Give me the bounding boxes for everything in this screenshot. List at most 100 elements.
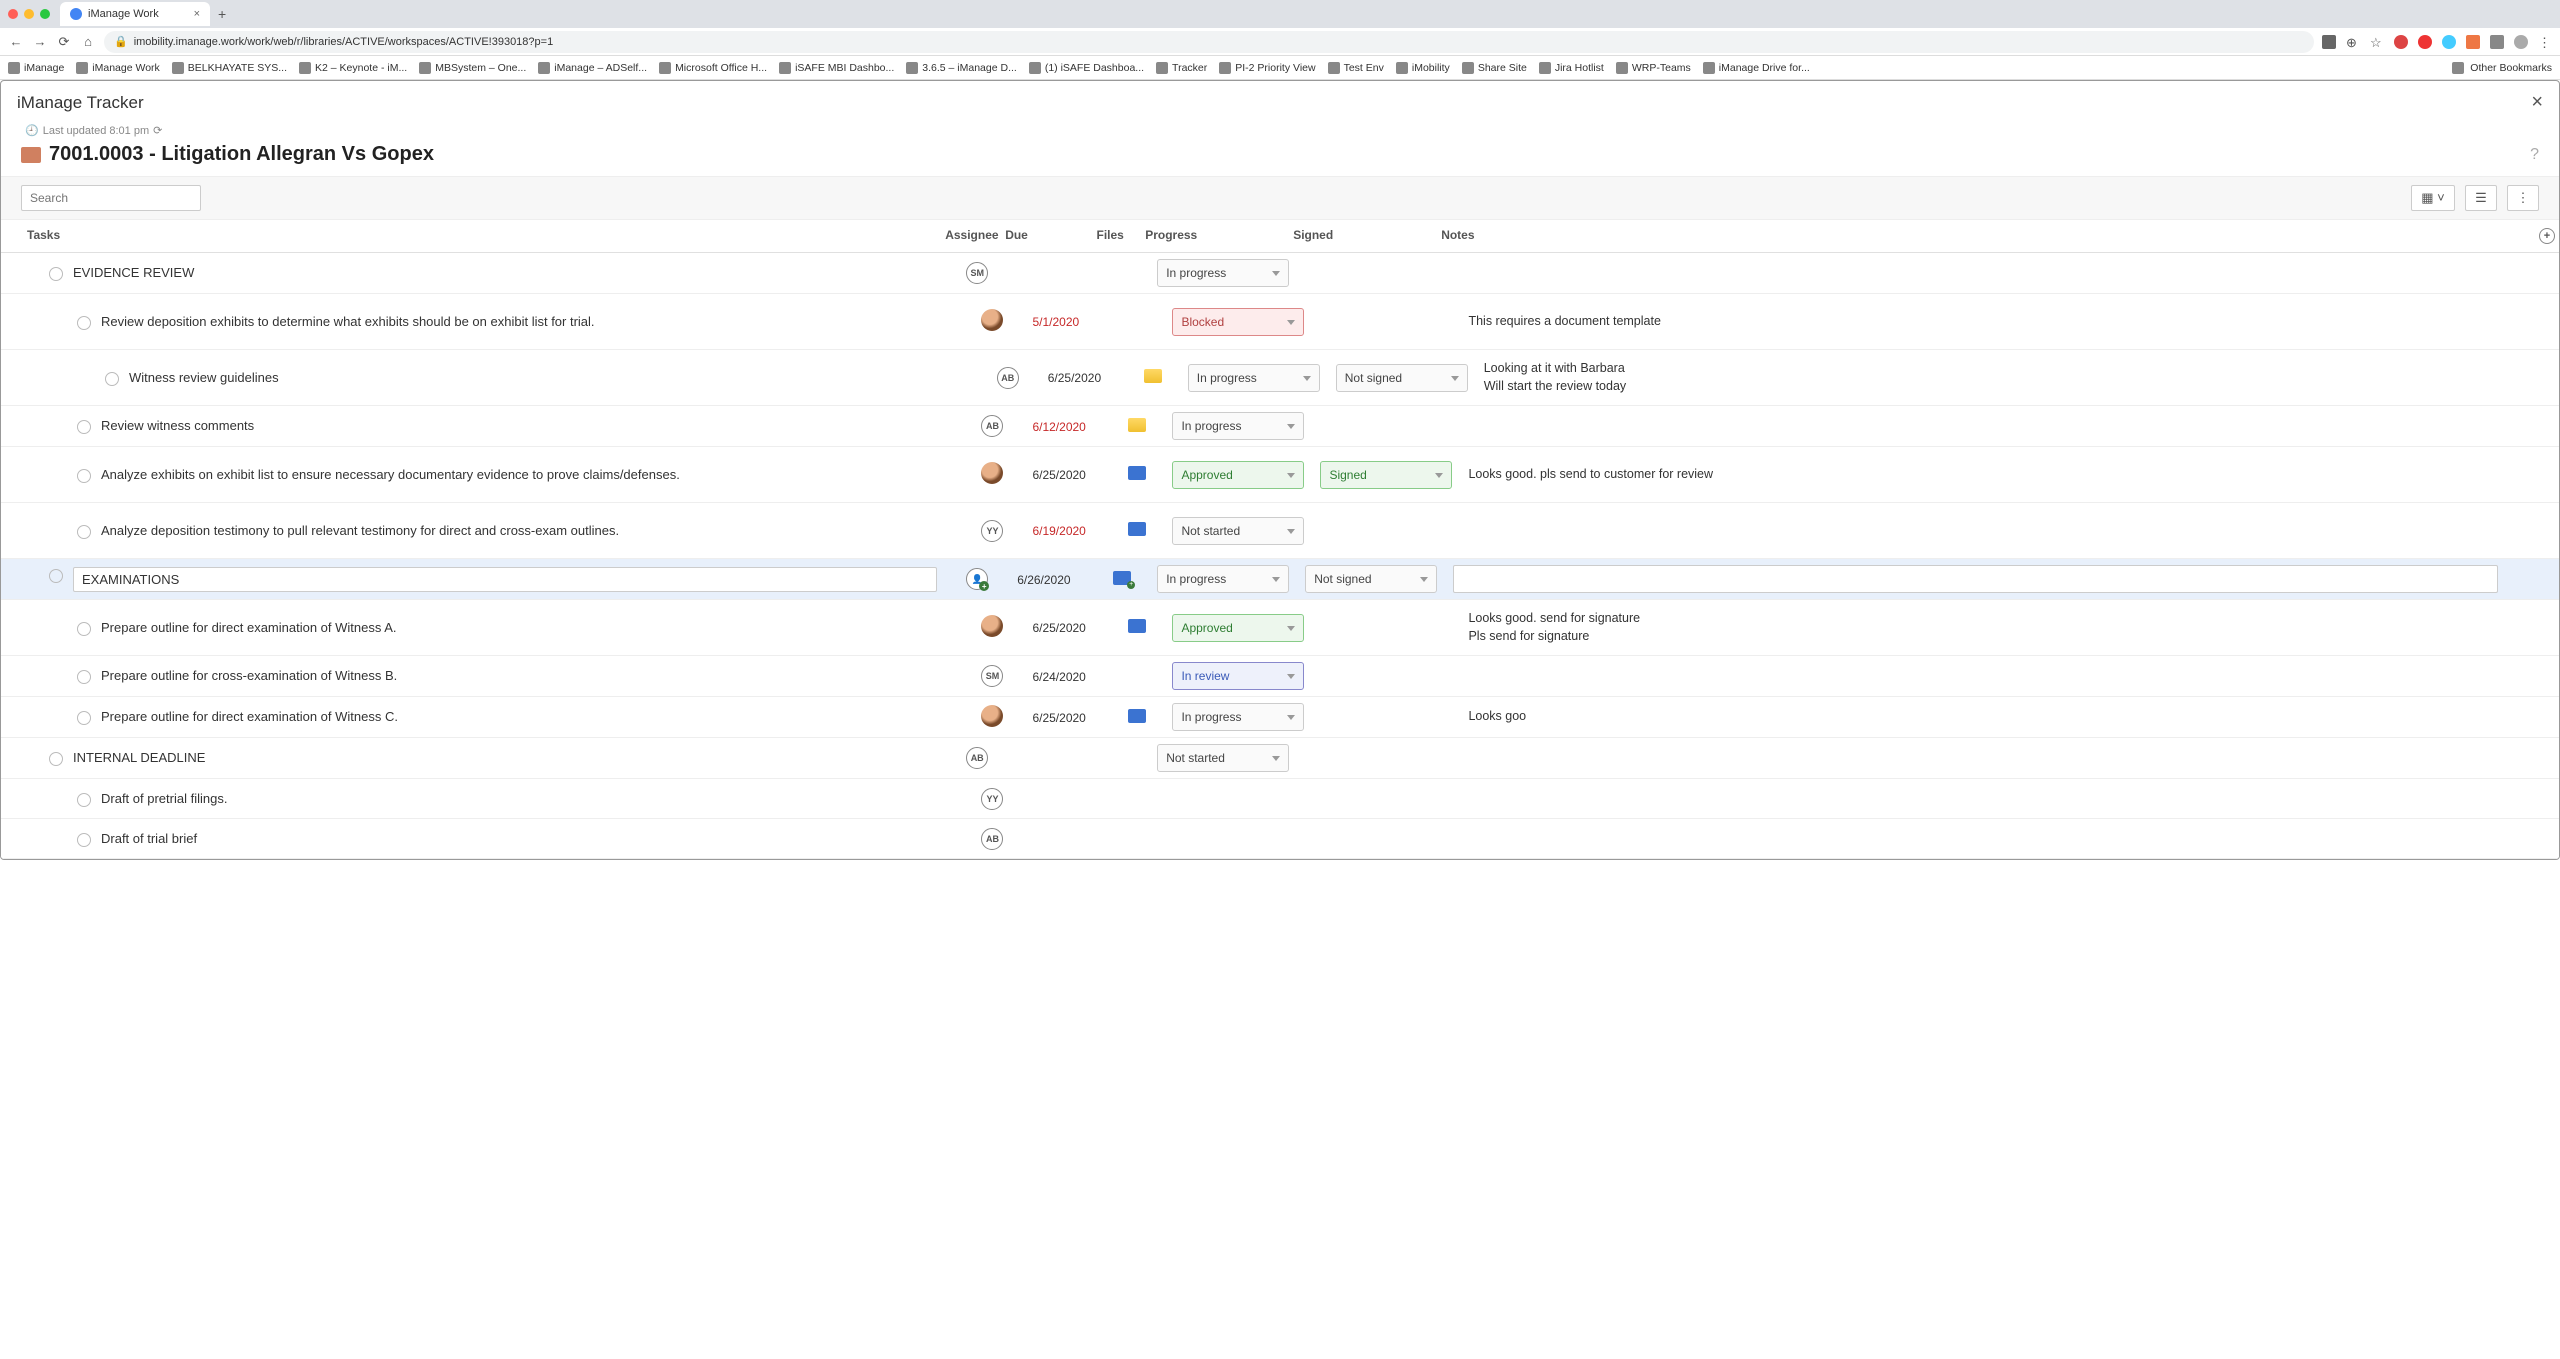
assignee-avatar-icon[interactable]: SM <box>981 665 1003 687</box>
assignee-avatar-icon[interactable]: AB <box>966 747 988 769</box>
due-date[interactable]: 6/25/2020 <box>1048 371 1101 385</box>
bookmark-item[interactable]: Microsoft Office H... <box>659 62 767 74</box>
minimize-window-icon[interactable] <box>24 9 34 19</box>
help-icon[interactable]: ? <box>2530 146 2539 164</box>
bookmark-item[interactable]: BELKHAYATE SYS... <box>172 62 287 74</box>
file-doc-icon[interactable] <box>1128 466 1146 480</box>
table-row[interactable]: Draft of trial briefAB <box>1 819 2559 859</box>
ext-icon[interactable] <box>2490 35 2504 49</box>
bookmark-item[interactable]: iManage <box>8 62 64 74</box>
maximize-window-icon[interactable] <box>40 9 50 19</box>
task-complete-radio[interactable] <box>77 711 91 725</box>
ext-icon[interactable] <box>2466 35 2480 49</box>
table-row[interactable]: EVIDENCE REVIEWSMIn progress <box>1 253 2559 294</box>
progress-select[interactable]: In progress <box>1172 703 1304 731</box>
assignee-avatar-icon[interactable] <box>981 705 1003 727</box>
bookmark-item[interactable]: iManage – ADSelf... <box>538 62 647 74</box>
table-row[interactable]: Prepare outline for direct examination o… <box>1 697 2559 738</box>
file-email-icon[interactable] <box>1128 418 1146 432</box>
task-complete-radio[interactable] <box>49 267 63 281</box>
task-complete-radio[interactable] <box>77 622 91 636</box>
signed-select[interactable]: Not signed <box>1336 364 1468 392</box>
progress-select[interactable]: Not started <box>1157 744 1289 772</box>
table-row[interactable]: Witness review guidelinesAB6/25/2020In p… <box>1 350 2559 406</box>
bookmark-item[interactable]: K2 – Keynote - iM... <box>299 62 407 74</box>
bookmark-item[interactable]: iSAFE MBI Dashbo... <box>779 62 894 74</box>
task-complete-radio[interactable] <box>105 372 119 386</box>
expand-all-button[interactable]: ☰ <box>2465 185 2497 211</box>
due-date[interactable]: 6/19/2020 <box>1032 524 1085 538</box>
bookmark-item[interactable]: Jira Hotlist <box>1539 62 1604 74</box>
add-column-button[interactable]: + <box>2539 228 2555 244</box>
assignee-avatar-icon[interactable] <box>981 462 1003 484</box>
assignee-avatar-icon[interactable]: YY <box>981 788 1003 810</box>
zoom-icon[interactable]: ⊕ <box>2346 35 2360 49</box>
task-complete-radio[interactable] <box>77 525 91 539</box>
bookmark-item[interactable]: iManage Work <box>76 62 160 74</box>
assignee-avatar-icon[interactable] <box>981 309 1003 331</box>
due-date[interactable]: 6/26/2020 <box>1017 573 1070 587</box>
assignee-avatar-icon[interactable]: SM <box>966 262 988 284</box>
bookmark-item[interactable]: iManage Drive for... <box>1703 62 1810 74</box>
profile-avatar-icon[interactable] <box>2514 35 2528 49</box>
search-input[interactable] <box>21 185 201 211</box>
table-row[interactable]: EXAMINATIONS👤6/26/2020In progressNot sig… <box>1 559 2559 600</box>
view-toggle-button[interactable]: ▦ ˅ <box>2411 185 2455 211</box>
due-date[interactable]: 6/25/2020 <box>1032 468 1085 482</box>
file-docp-icon[interactable] <box>1113 571 1131 585</box>
table-row[interactable]: Review deposition exhibits to determine … <box>1 294 2559 350</box>
table-row[interactable]: INTERNAL DEADLINEABNot started <box>1 738 2559 779</box>
table-row[interactable]: Analyze deposition testimony to pull rel… <box>1 503 2559 559</box>
url-input[interactable]: 🔒 imobility.imanage.work/work/web/r/libr… <box>104 31 2314 53</box>
home-button[interactable]: ⌂ <box>80 34 96 50</box>
refresh-icon[interactable]: ⟳ <box>153 124 162 137</box>
bookmark-item[interactable]: Test Env <box>1328 62 1384 74</box>
browser-tab[interactable]: iManage Work × <box>60 2 210 26</box>
close-button[interactable]: × <box>2531 91 2543 114</box>
notes-input[interactable] <box>1453 565 2497 593</box>
file-email-icon[interactable] <box>1144 369 1162 383</box>
ext-icon[interactable] <box>2322 35 2336 49</box>
close-tab-icon[interactable]: × <box>194 8 200 20</box>
ext-icon[interactable] <box>2418 35 2432 49</box>
file-doc-icon[interactable] <box>1128 709 1146 723</box>
table-row[interactable]: Review witness commentsAB6/12/2020In pro… <box>1 406 2559 447</box>
ext-icon[interactable] <box>2394 35 2408 49</box>
signed-select[interactable]: Not signed <box>1305 565 1437 593</box>
progress-select[interactable]: In progress <box>1157 259 1289 287</box>
progress-select[interactable]: Approved <box>1172 461 1304 489</box>
assignee-avatar-icon[interactable]: AB <box>997 367 1019 389</box>
bookmark-item[interactable]: Share Site <box>1462 62 1527 74</box>
progress-select[interactable]: In progress <box>1172 412 1304 440</box>
close-window-icon[interactable] <box>8 9 18 19</box>
forward-button[interactable]: → <box>32 34 48 50</box>
due-date[interactable]: 5/1/2020 <box>1032 315 1079 329</box>
progress-select[interactable]: Approved <box>1172 614 1304 642</box>
more-menu-button[interactable]: ⋮ <box>2507 185 2539 211</box>
new-tab-button[interactable]: + <box>218 6 226 22</box>
back-button[interactable]: ← <box>8 34 24 50</box>
reload-button[interactable]: ⟳ <box>56 34 72 50</box>
task-complete-radio[interactable] <box>49 752 63 766</box>
bookmark-item[interactable]: WRP-Teams <box>1616 62 1691 74</box>
progress-select[interactable]: In progress <box>1188 364 1320 392</box>
task-complete-radio[interactable] <box>77 670 91 684</box>
task-complete-radio[interactable] <box>77 793 91 807</box>
due-date[interactable]: 6/24/2020 <box>1032 670 1085 684</box>
assignee-avatar-icon[interactable] <box>981 615 1003 637</box>
progress-select[interactable]: Not started <box>1172 517 1304 545</box>
task-complete-radio[interactable] <box>77 833 91 847</box>
task-complete-radio[interactable] <box>49 569 63 583</box>
bookmark-item[interactable]: Tracker <box>1156 62 1207 74</box>
due-date[interactable]: 6/25/2020 <box>1032 621 1085 635</box>
progress-select[interactable]: In progress <box>1157 565 1289 593</box>
bookmark-item[interactable]: iMobility <box>1396 62 1450 74</box>
menu-icon[interactable]: ⋮ <box>2538 35 2552 49</box>
file-doc-icon[interactable] <box>1128 619 1146 633</box>
file-doc-icon[interactable] <box>1128 522 1146 536</box>
task-complete-radio[interactable] <box>77 420 91 434</box>
other-bookmarks[interactable]: Other Bookmarks <box>2452 62 2552 74</box>
progress-select[interactable]: Blocked <box>1172 308 1304 336</box>
bookmark-item[interactable]: MBSystem – One... <box>419 62 526 74</box>
bookmark-item[interactable]: (1) iSAFE Dashboa... <box>1029 62 1144 74</box>
